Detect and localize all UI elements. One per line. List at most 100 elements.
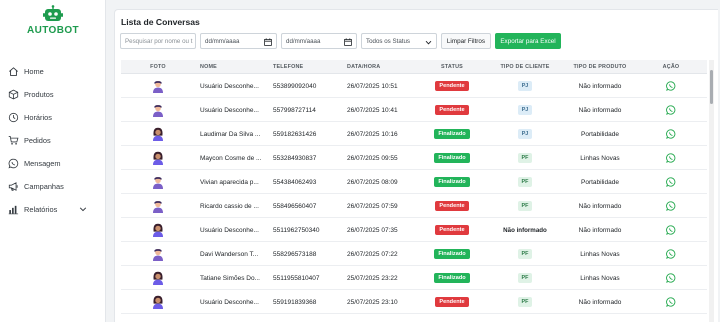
column-header-nome: NOME: [200, 64, 217, 70]
conversation-datetime: 26/07/2025 10:41: [347, 106, 398, 114]
contact-name: Vivian aparecida p...: [200, 178, 259, 186]
product-type: Não informado: [578, 106, 622, 114]
contact-name: Ricardo cassio de ...: [200, 202, 259, 210]
chart-icon: [8, 205, 19, 214]
whatsapp-icon[interactable]: [666, 225, 676, 235]
sidebar-item-label: Pedidos: [24, 135, 51, 145]
product-type: Não informado: [578, 298, 622, 306]
home-icon: [9, 66, 18, 76]
avatar: [121, 146, 195, 170]
contact-name: Maycon Cosme de ...: [200, 154, 262, 162]
conversations-panel: Lista de Conversas Pesquisar por nome ou…: [114, 9, 718, 322]
status-cell: Finalizado: [421, 146, 483, 170]
sidebar-item-pedidos[interactable]: Pedidos: [8, 130, 100, 150]
status-badge: Pendente: [435, 81, 469, 91]
client-type-badge: PJ: [517, 129, 533, 139]
table-row: Usuário Desconhe... 557998727114 26/07/202…: [121, 98, 707, 122]
table-row: Davi Wanderson T... 558296573188 26/07/202…: [121, 242, 707, 266]
whatsapp-icon[interactable]: [666, 105, 676, 115]
sidebar-item-label: Mensagem: [24, 158, 61, 168]
action-cell: [651, 74, 691, 98]
sidebar-item-produtos[interactable]: Produtos: [8, 84, 100, 104]
whatsapp-icon[interactable]: [666, 81, 676, 91]
contact-name: Davi Wanderson T...: [200, 250, 259, 258]
sidebar-item-home[interactable]: Home: [8, 61, 100, 81]
contact-name: Tatiane Simões Do...: [200, 274, 260, 282]
client-type-cell: PF: [495, 290, 555, 314]
search-input[interactable]: Pesquisar por nome ou t: [120, 33, 196, 49]
sidebar-item-label: Campanhas: [24, 181, 64, 191]
clear-filters-button[interactable]: Limpar Filtros: [441, 33, 491, 49]
action-cell: [651, 194, 691, 218]
robot-icon: [43, 5, 63, 21]
whatsapp-icon[interactable]: [666, 297, 676, 307]
calendar-icon[interactable]: [344, 38, 352, 46]
sidebar-item-relatorios[interactable]: Relatórios: [8, 199, 100, 219]
date-from-placeholder: dd/mm/aaaa: [205, 37, 240, 45]
client-type-cell: PJ: [495, 122, 555, 146]
product-type: Linhas Novas: [580, 250, 620, 258]
calendar-icon[interactable]: [264, 38, 272, 46]
avatar: [121, 122, 195, 146]
sidebar-item-label: Relatórios: [24, 204, 58, 214]
contact-phone: 559191839368: [273, 298, 317, 306]
avatar: [121, 194, 195, 218]
contact-phone: 5511955810407: [273, 274, 320, 282]
column-header-tipo-cliente: TIPO DE CLIENTE: [500, 64, 550, 70]
client-type-badge: PJ: [517, 105, 533, 115]
sidebar-item-campanhas[interactable]: Campanhas: [8, 176, 100, 196]
conversation-datetime: 26/07/2025 07:35: [347, 226, 398, 234]
whatsapp-icon[interactable]: [666, 177, 676, 187]
avatar: [121, 218, 195, 242]
status-cell: Pendente: [421, 74, 483, 98]
brand-logo[interactable]: AUTOBOT: [0, 5, 106, 36]
table-row: Maycon Cosme de ... 553284930837 26/07/202…: [121, 146, 707, 170]
status-select[interactable]: Todos os Status: [361, 33, 437, 49]
whatsapp-icon: [8, 158, 19, 168]
sidebar-item-horarios[interactable]: Horários: [8, 107, 100, 127]
client-type-cell: PF: [495, 266, 555, 290]
whatsapp-icon[interactable]: [666, 249, 676, 259]
sidebar-item-mensagem[interactable]: Mensagem: [8, 153, 100, 173]
page-title: Lista de Conversas: [121, 17, 200, 27]
contact-phone: 558296573188: [273, 250, 317, 258]
client-type-badge: PF: [517, 297, 533, 307]
contact-phone: 558496560407: [273, 202, 317, 210]
chevron-down-icon[interactable]: [79, 205, 87, 213]
client-type-text: Não informado: [503, 226, 547, 234]
contact-name: Usuário Desconhe...: [200, 226, 259, 234]
clock-icon: [8, 112, 19, 122]
whatsapp-icon[interactable]: [666, 273, 676, 283]
action-cell: [651, 266, 691, 290]
status-badge: Pendente: [435, 105, 469, 115]
whatsapp-icon[interactable]: [666, 153, 676, 163]
client-type-cell: PF: [495, 170, 555, 194]
status-badge: Finalizado: [434, 249, 470, 259]
conversation-datetime: 25/07/2025 23:10: [347, 298, 398, 306]
product-type: Linhas Novas: [580, 274, 620, 282]
brand-name: AUTOBOT: [26, 25, 80, 36]
whatsapp-icon[interactable]: [666, 129, 676, 139]
client-type-badge: PF: [517, 153, 533, 163]
client-type-cell: PF: [495, 242, 555, 266]
table-header: FOTO NOME TELEFONE DATA/HORA STATUS TIPO…: [121, 60, 707, 74]
product-type: Não informado: [578, 202, 622, 210]
table-row: Usuário Desconhe... 5511962750340 26/07/20…: [121, 218, 707, 242]
action-cell: [651, 170, 691, 194]
avatar: [121, 98, 195, 122]
date-to-field[interactable]: dd/mm/aaaa: [281, 33, 357, 49]
client-type-cell: PJ: [495, 74, 555, 98]
export-excel-button[interactable]: Exportar para Excel: [495, 33, 561, 49]
status-cell: Pendente: [421, 98, 483, 122]
product-type: Não informado: [578, 82, 622, 90]
client-type-badge: PF: [517, 201, 533, 211]
status-cell: Pendente: [421, 194, 483, 218]
status-cell: Finalizado: [421, 170, 483, 194]
sidebar-item-label: Produtos: [24, 89, 54, 99]
sidebar: AUTOBOT Home Produtos Horários Pedidos M…: [0, 0, 106, 322]
date-from-field[interactable]: dd/mm/aaaa: [200, 33, 277, 49]
status-cell: Pendente: [421, 290, 483, 314]
whatsapp-icon[interactable]: [666, 201, 676, 211]
scrollbar-thumb[interactable]: [710, 70, 713, 104]
table-row: Usuário Desconhe... 553899092040 26/07/202…: [121, 74, 707, 98]
